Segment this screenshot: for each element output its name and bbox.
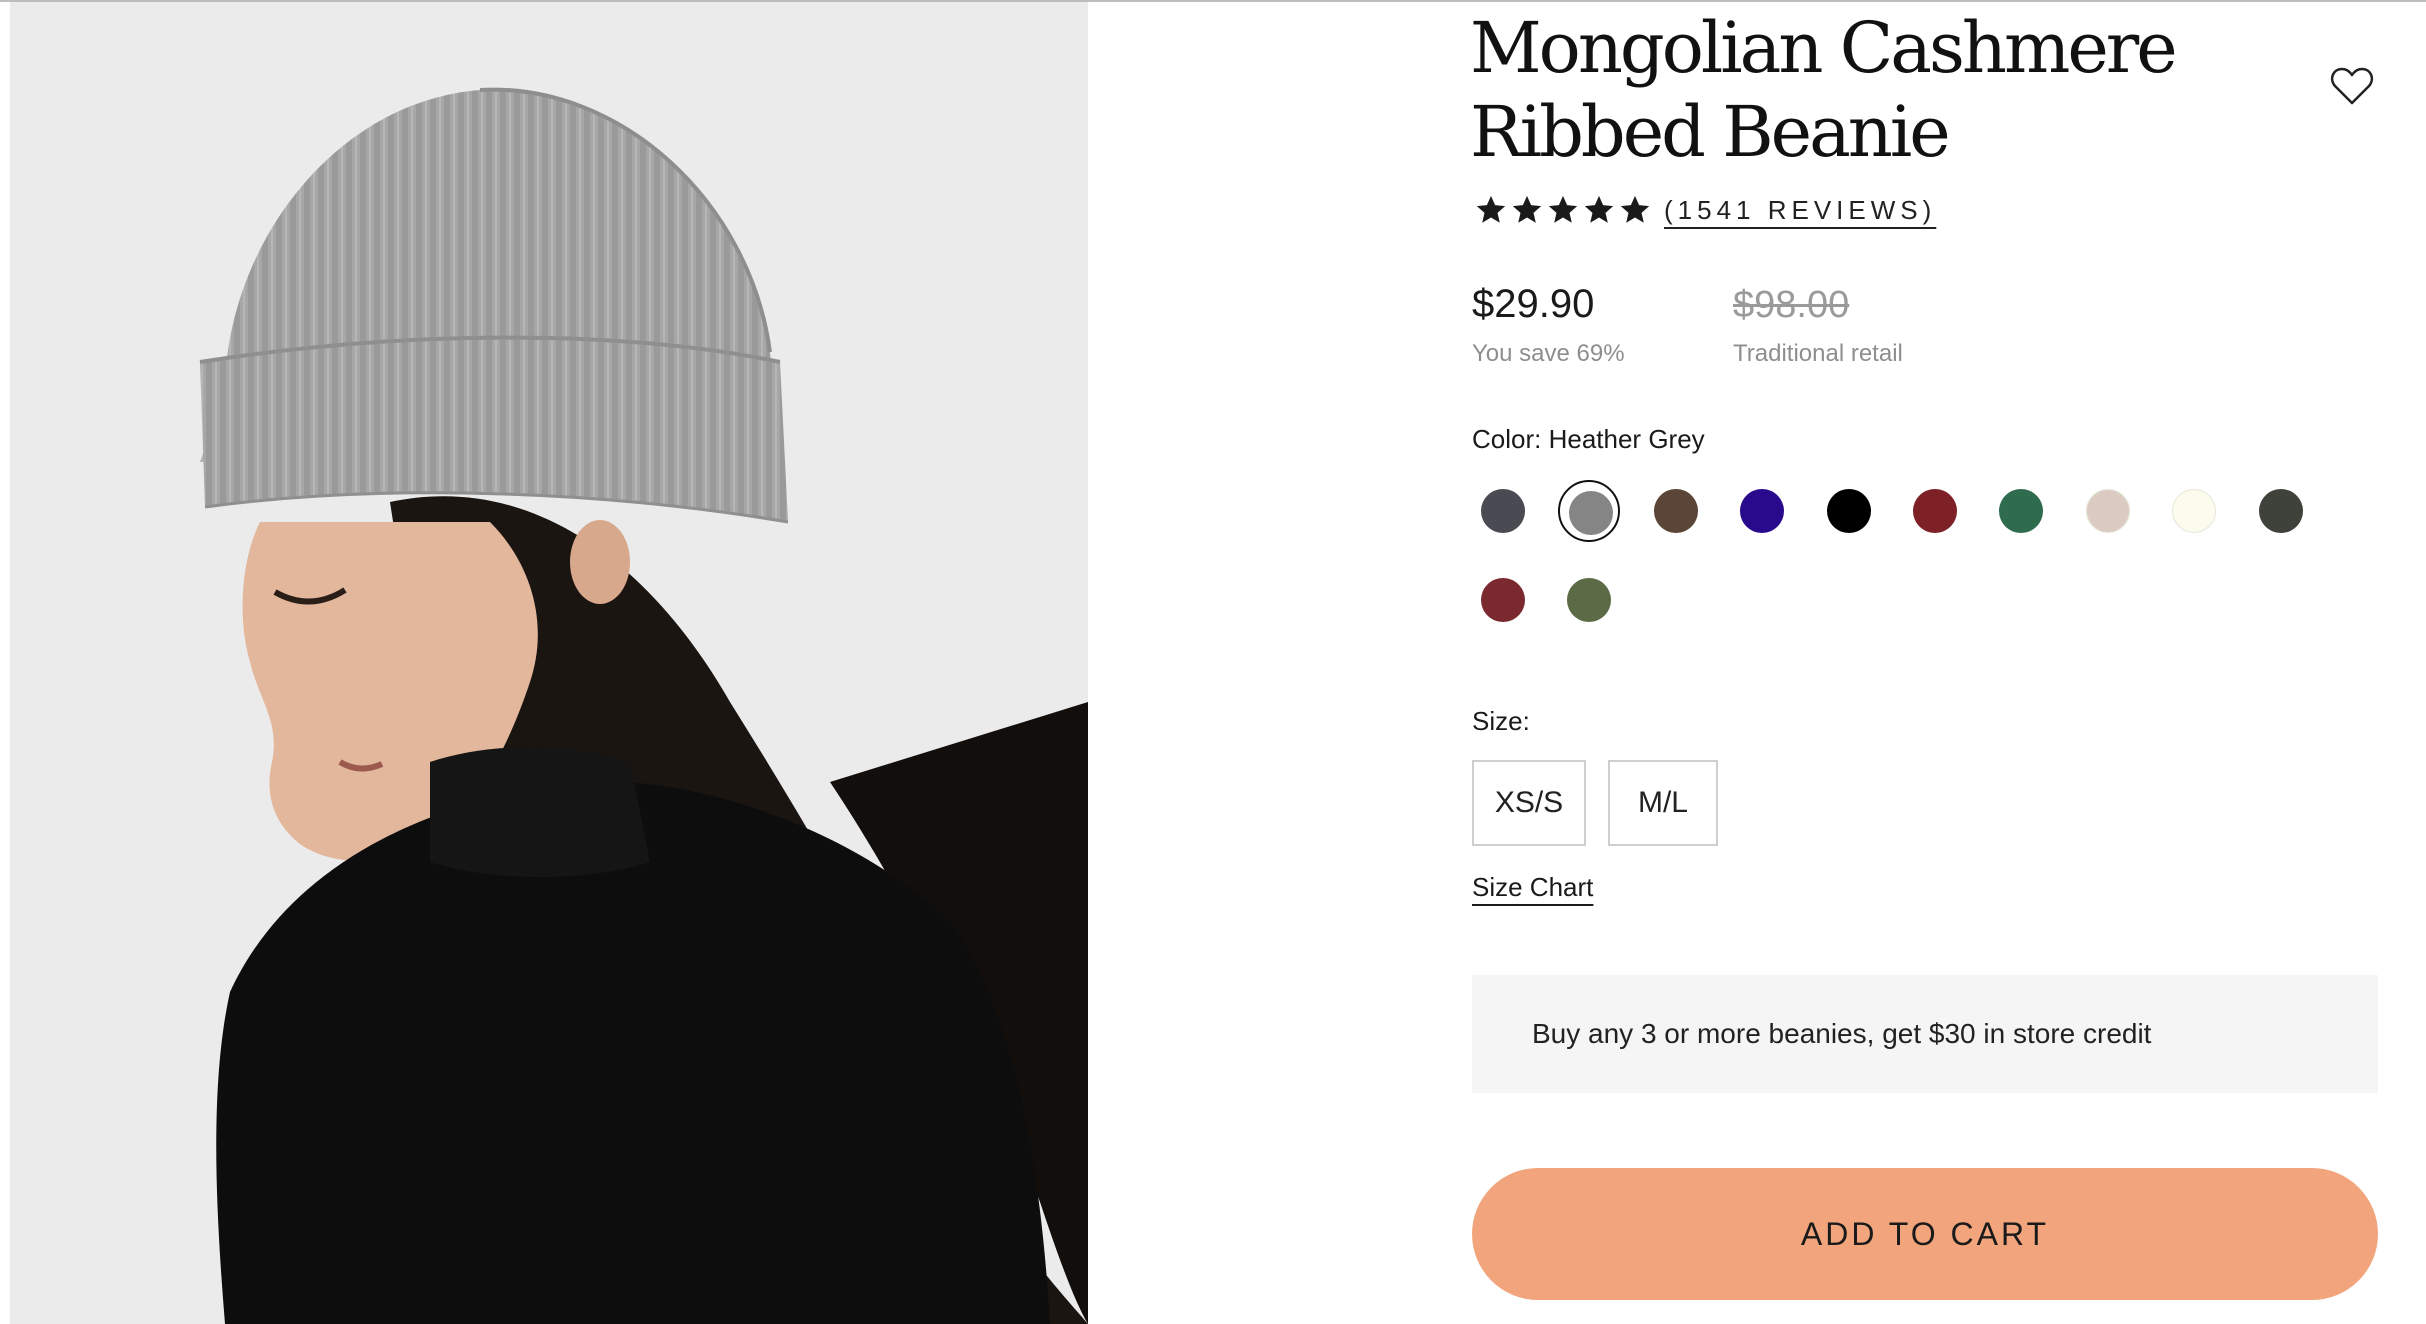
reviews-link[interactable]: (1541 REVIEWS): [1664, 195, 1936, 226]
color-swatch[interactable]: [2163, 480, 2225, 542]
color-label-key: Color:: [1472, 424, 1542, 454]
color-swatch-fill: [1569, 491, 1614, 535]
size-option-m-l[interactable]: M/L: [1608, 760, 1718, 846]
size-label: Size:: [1472, 706, 1530, 736]
savings-text: You save 69%: [1472, 340, 1625, 367]
color-swatch[interactable]: [1558, 480, 1621, 542]
color-swatch-fill: [1481, 489, 1525, 533]
add-to-cart-button[interactable]: ADD TO CART: [1472, 1168, 2378, 1300]
color-swatch-fill: [1826, 489, 1871, 533]
color-swatch[interactable]: [1472, 569, 1534, 631]
color-swatch-fill: [2085, 489, 2130, 533]
rating: (1541 REVIEWS): [1474, 190, 1936, 230]
color-swatch[interactable]: [2250, 480, 2312, 542]
heart-icon: [2330, 67, 2374, 105]
current-price: $29.90: [1472, 282, 1595, 326]
wishlist-button[interactable]: [2330, 66, 2374, 106]
color-swatch[interactable]: [2077, 480, 2139, 542]
color-label: Color: Heather Grey: [1472, 424, 1705, 455]
color-swatch-fill: [1913, 489, 1957, 533]
color-swatch-fill: [1481, 578, 1525, 622]
original-price-label: Traditional retail: [1733, 340, 1903, 367]
color-swatch[interactable]: [1990, 480, 2052, 542]
size-chart-link[interactable]: Size Chart: [1472, 872, 1593, 903]
color-swatch-fill: [1999, 489, 2044, 533]
product-image: [10, 2, 1088, 1324]
star-icon: [1512, 195, 1542, 223]
color-swatch-fill: [2258, 489, 2303, 533]
star-icon: [1584, 195, 1614, 223]
color-swatch[interactable]: [1558, 569, 1620, 631]
color-swatch[interactable]: [1731, 480, 1793, 542]
color-swatch-fill: [2172, 489, 2217, 533]
color-swatch[interactable]: [1904, 480, 1966, 542]
star-icon: [1476, 195, 1506, 223]
promo-text: Buy any 3 or more beanies, get $30 in st…: [1532, 1018, 2152, 1049]
color-swatch[interactable]: [1645, 480, 1707, 542]
color-swatch-fill: [1740, 489, 1785, 533]
size-option-xs-s[interactable]: XS/S: [1472, 760, 1586, 846]
selected-color-name: Heather Grey: [1548, 424, 1705, 454]
star-icon: [1620, 195, 1650, 223]
color-swatch-fill: [1653, 489, 1698, 533]
color-swatch[interactable]: [1472, 480, 1534, 542]
color-swatch-fill: [1567, 578, 1612, 622]
product-title: Mongolian Cashmere Ribbed Beanie: [1470, 7, 2178, 173]
color-swatch[interactable]: [1818, 480, 1880, 542]
star-icon: [1548, 195, 1578, 223]
original-price: $98.00: [1733, 284, 1850, 326]
promo-banner: Buy any 3 or more beanies, get $30 in st…: [1472, 975, 2378, 1093]
